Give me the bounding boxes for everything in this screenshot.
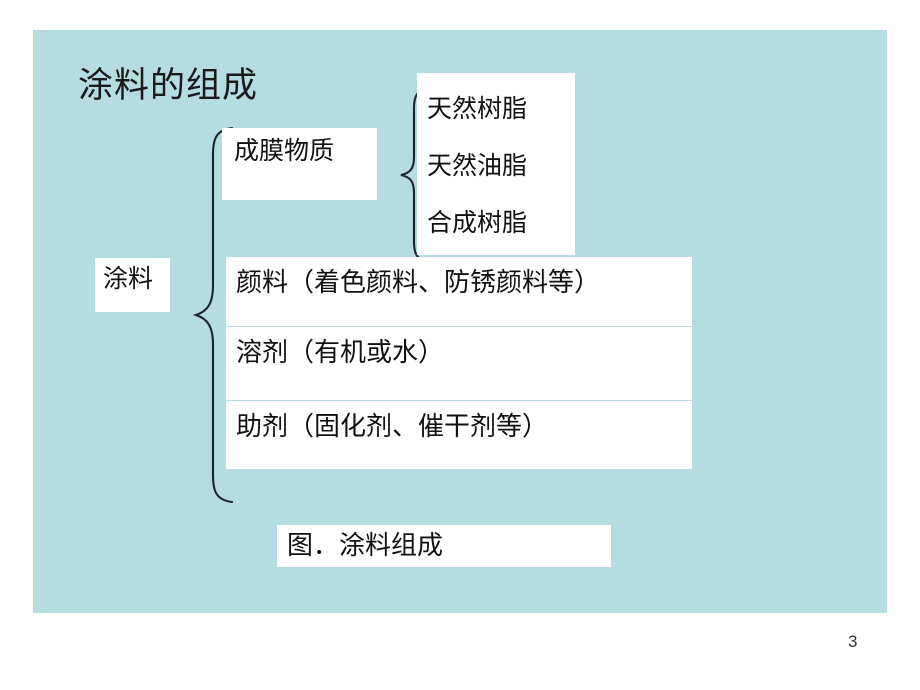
slide-canvas: 涂料的组成 涂料 成膜物质 天然树脂 天然油脂 合成树脂 颜料（着色颜料、防锈颜… [33, 30, 887, 613]
node-coating-root-label: 涂料 [103, 266, 154, 293]
node-component-solvent-label: 溶剂（有机或水） [236, 338, 445, 367]
node-component-pigment-label: 颜料（着色颜料、防锈颜料等） [236, 268, 601, 297]
page-title: 涂料的组成 [78, 66, 259, 105]
page-number: 3 [848, 632, 858, 651]
node-component-additive-label: 助剂（固化剂、催干剂等） [236, 412, 549, 441]
node-resin-natural-resin: 天然树脂 [427, 96, 528, 123]
figure-caption: 图．涂料组成 [277, 525, 611, 567]
node-film-former: 成膜物质 [222, 128, 377, 200]
node-component-solvent: 溶剂（有机或水） [226, 327, 692, 400]
node-film-former-label: 成膜物质 [234, 138, 335, 165]
figure-caption-label: 图．涂料组成 [287, 531, 444, 560]
node-resin-natural-oil: 天然油脂 [427, 153, 528, 180]
node-coating-root: 涂料 [95, 258, 170, 312]
node-component-additive: 助剂（固化剂、催干剂等） [226, 401, 692, 469]
node-resin-group: 天然树脂 天然油脂 合成树脂 [417, 73, 575, 255]
node-component-pigment: 颜料（着色颜料、防锈颜料等） [226, 257, 692, 326]
node-resin-synthetic-resin: 合成树脂 [427, 210, 528, 237]
